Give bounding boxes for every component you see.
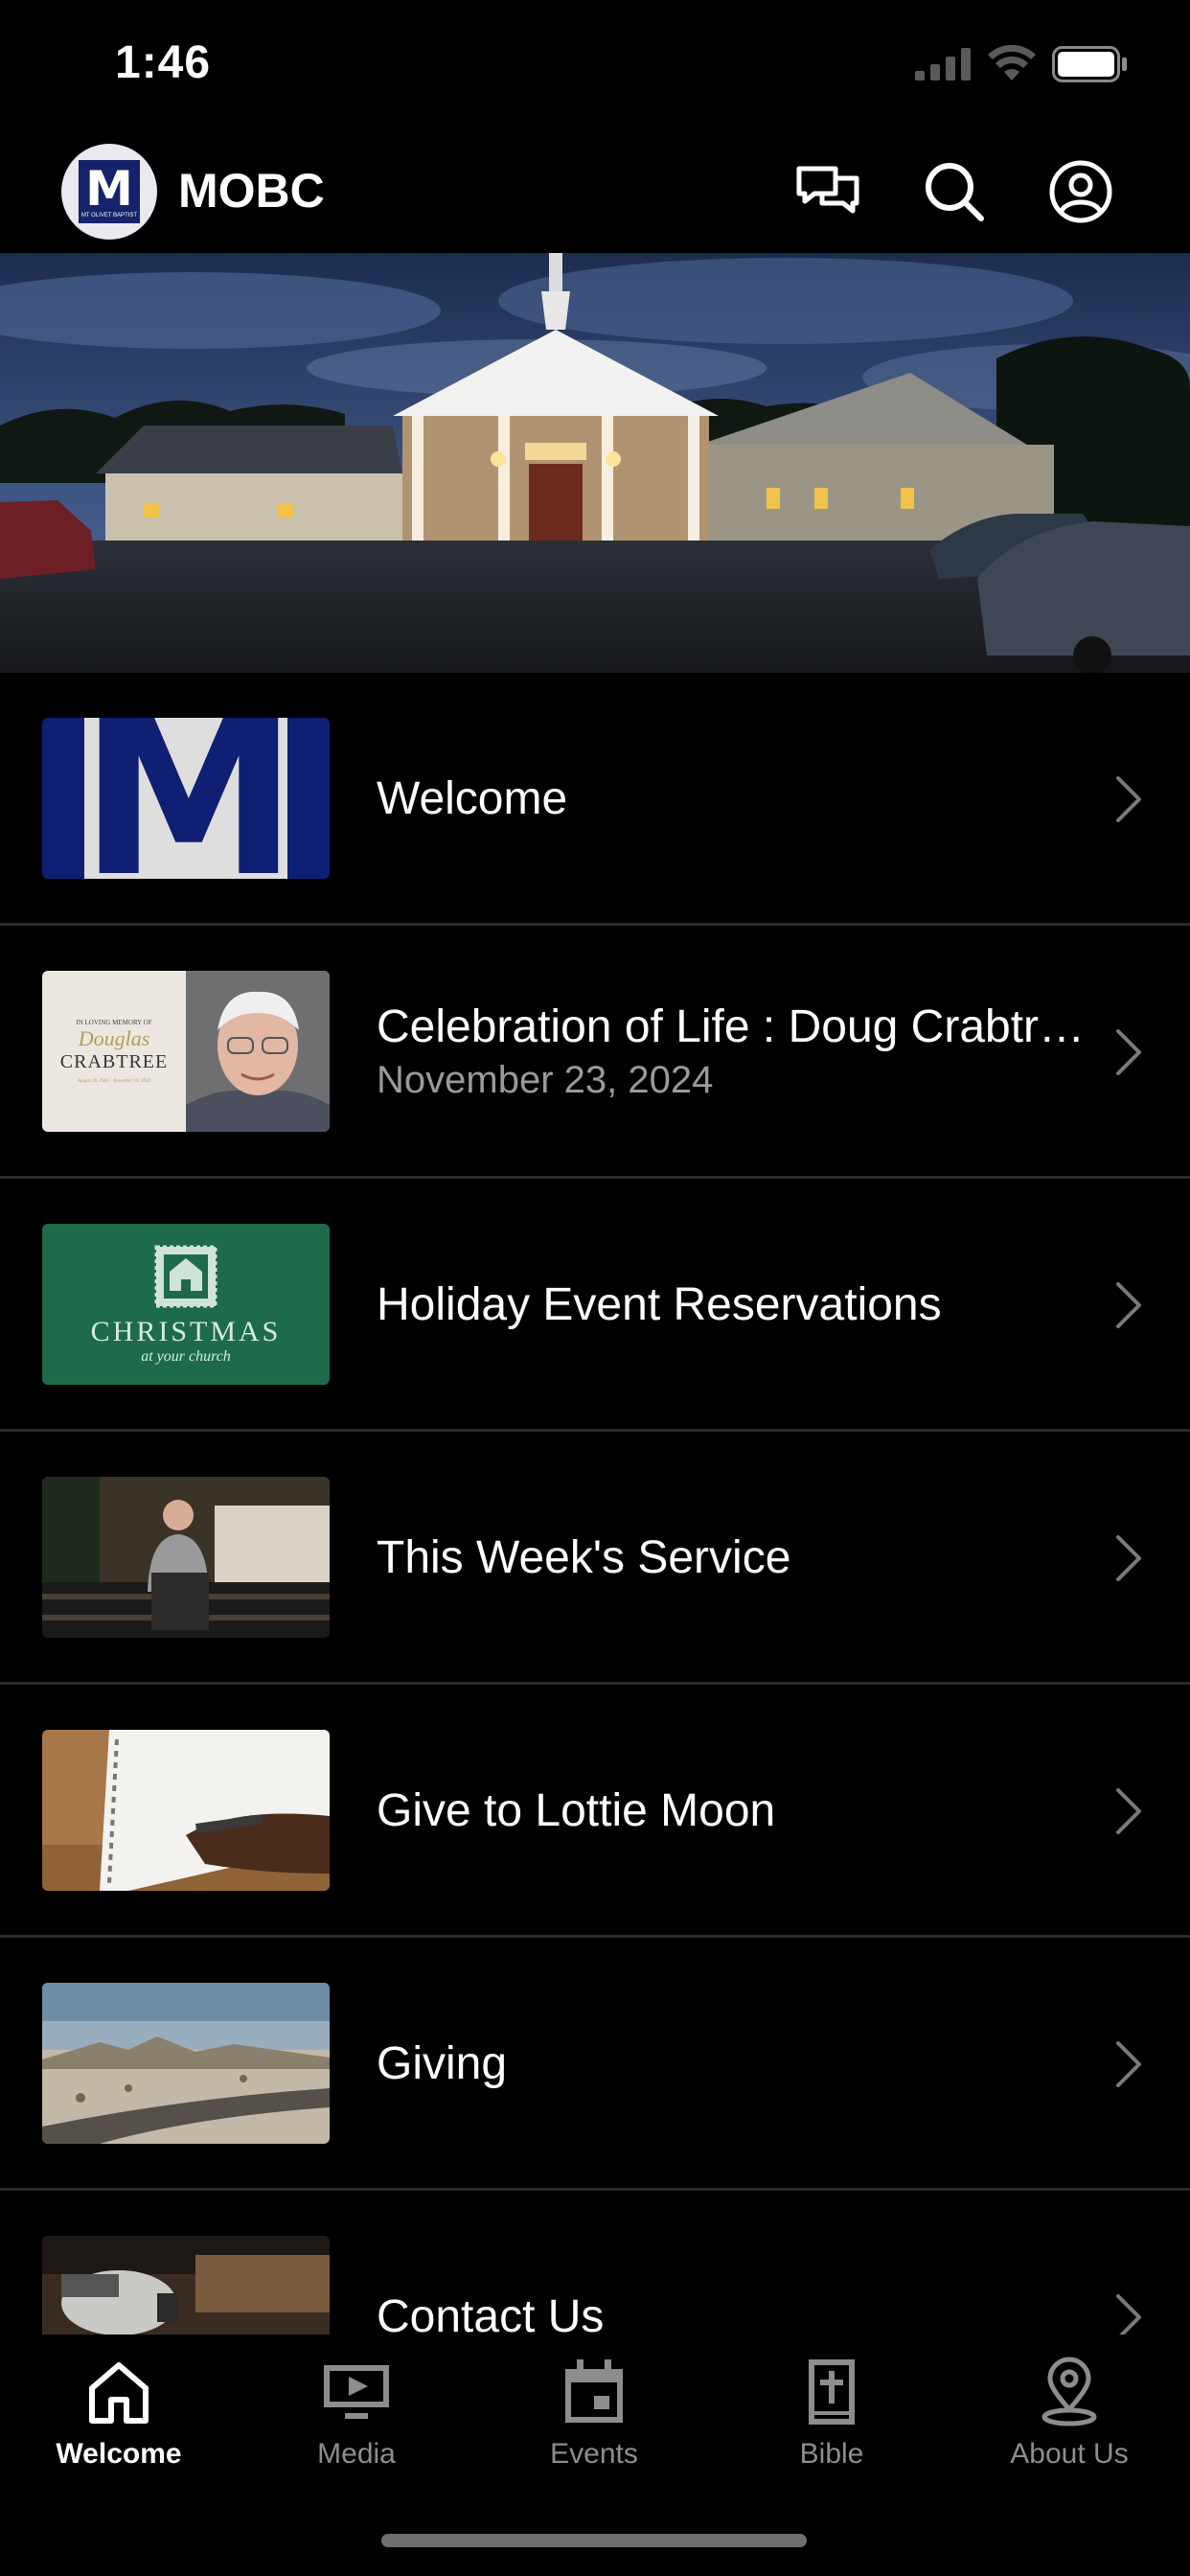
church-logo[interactable]: M MT OLIVET BAPTIST	[61, 144, 157, 240]
status-time: 1:46	[115, 37, 212, 88]
calendar-icon	[565, 2359, 623, 2423]
location-pin-icon	[1041, 2357, 1097, 2426]
memorial-script-name: Douglas	[78, 1026, 150, 1050]
tab-welcome[interactable]: Welcome	[0, 2334, 238, 2507]
app-title: MOBC	[178, 164, 325, 218]
cellular-signal-icon	[915, 48, 971, 80]
tab-label: Bible	[799, 2438, 864, 2470]
list-item-giving[interactable]: Giving	[0, 1938, 1190, 2191]
service-thumbnail	[42, 1477, 330, 1638]
list-item-title: Contact Us	[377, 2291, 605, 2334]
list-item-text: This Week's Service	[377, 1432, 1086, 1685]
logo-letter: M	[85, 160, 133, 217]
tab-label: Welcome	[56, 2438, 182, 2470]
wifi-icon	[988, 44, 1036, 80]
notebook-photo	[42, 1730, 330, 1891]
memorial-portrait	[186, 971, 330, 1132]
tab-label: Media	[317, 2438, 396, 2470]
memorial-thumbnail: IN LOVING MEMORY OF Douglas CRABTREE Aug…	[42, 971, 330, 1132]
memorial-surname: CRABTREE	[59, 1051, 169, 1072]
list-item-title: Giving	[377, 2038, 508, 2089]
welcome-thumb-letter: M	[84, 718, 287, 879]
list-item-welcome[interactable]: M Welcome	[0, 673, 1190, 926]
tab-bible[interactable]: Bible	[713, 2334, 950, 2507]
chevron-right-icon	[1116, 776, 1141, 822]
stamp-church-icon	[154, 1245, 217, 1308]
home-indicator	[381, 2534, 807, 2547]
logo-subtext: MT OLIVET BAPTIST	[80, 212, 138, 218]
list-item-date: November 23, 2024	[377, 1059, 714, 1101]
list-item-text: Welcome	[377, 673, 1086, 926]
tab-media[interactable]: Media	[238, 2334, 475, 2507]
tab-label: About Us	[1010, 2438, 1129, 2470]
christmas-thumbnail: CHRISTMAS at your church	[42, 1224, 330, 1385]
christmas-title: CHRISTMAS	[90, 1316, 282, 1347]
battery-icon	[1052, 46, 1127, 82]
giving-thumbnail	[42, 1983, 330, 2144]
chevron-right-icon	[1116, 1029, 1141, 1075]
list-item-text: Give to Lottie Moon	[377, 1685, 1086, 1938]
list-item-text: Contact Us	[377, 2191, 1086, 2334]
memorial-dates: August 30, 1945 - November 19, 2024	[77, 1079, 151, 1084]
chevron-right-icon	[1116, 1535, 1141, 1581]
chevron-right-icon	[1116, 2041, 1141, 2087]
desert-road-photo	[42, 1983, 330, 2144]
list-item-contact-us[interactable]: Contact Us	[0, 2191, 1190, 2334]
chevron-right-icon	[1116, 2294, 1141, 2334]
tab-events[interactable]: Events	[475, 2334, 713, 2507]
list-item-text: Holiday Event Reservations	[377, 1179, 1086, 1432]
bible-icon	[809, 2359, 855, 2425]
chevron-right-icon	[1116, 1788, 1141, 1834]
tab-about-us[interactable]: About Us	[950, 2334, 1188, 2507]
welcome-thumb-panel: M	[84, 718, 287, 879]
list-item-title: Holiday Event Reservations	[377, 1279, 942, 1330]
home-icon	[89, 2362, 149, 2424]
chat-bubbles-icon[interactable]	[793, 157, 862, 226]
list-item-title: Welcome	[377, 773, 568, 824]
list-item-give-to-lottie-moon[interactable]: Give to Lottie Moon	[0, 1685, 1190, 1938]
content-list: M Welcome IN LOVING MEMORY OF Douglas CR…	[0, 673, 1190, 2334]
desk-photo	[42, 2236, 330, 2334]
chevron-right-icon	[1116, 1282, 1141, 1328]
list-item-this-weeks-service[interactable]: This Week's Service	[0, 1432, 1190, 1685]
lottie-moon-thumbnail	[42, 1730, 330, 1891]
hero-church-photo	[0, 253, 1190, 673]
preacher-photo	[42, 1477, 330, 1638]
list-item-celebration-of-life[interactable]: IN LOVING MEMORY OF Douglas CRABTREE Aug…	[0, 926, 1190, 1179]
app-header: M MT OLIVET BAPTIST MOBC	[0, 134, 1190, 253]
logo-mark: M MT OLIVET BAPTIST	[79, 160, 140, 223]
list-item-holiday-event-reservations[interactable]: CHRISTMAS at your church Holiday Event R…	[0, 1179, 1190, 1432]
profile-icon[interactable]	[1046, 157, 1115, 226]
tv-play-icon	[324, 2365, 389, 2419]
memorial-line1: IN LOVING MEMORY OF	[76, 1019, 152, 1026]
memorial-text-block: IN LOVING MEMORY OF Douglas CRABTREE Aug…	[42, 971, 186, 1132]
church-photo-illustration	[0, 253, 1190, 673]
list-item-text: Giving	[377, 1938, 1086, 2191]
search-icon[interactable]	[920, 157, 989, 226]
status-bar: 1:46	[0, 0, 1190, 134]
list-item-title: Celebration of Life : Doug Crabtree	[377, 1001, 1086, 1052]
list-item-text: Celebration of Life : Doug Crabtree Nove…	[377, 926, 1086, 1179]
tab-label: Events	[550, 2438, 638, 2470]
list-item-title: Give to Lottie Moon	[377, 1785, 776, 1836]
welcome-thumbnail: M	[42, 718, 330, 879]
christmas-subtitle: at your church	[141, 1348, 231, 1365]
list-item-title: This Week's Service	[377, 1532, 791, 1583]
contact-us-thumbnail	[42, 2236, 330, 2334]
